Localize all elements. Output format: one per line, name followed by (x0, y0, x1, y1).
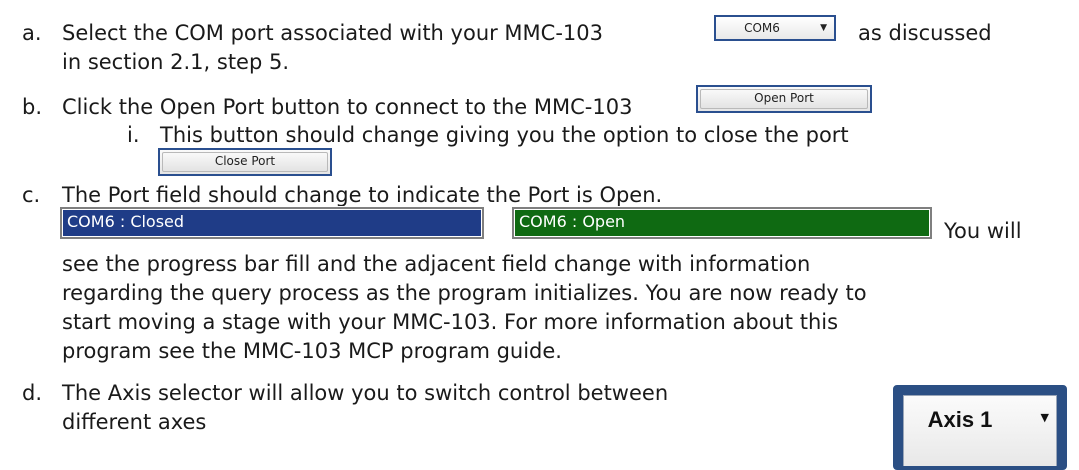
chevron-down-icon: ▼ (1040, 411, 1049, 424)
item-c-line6: program see the MMC-103 MCP program guid… (62, 339, 562, 363)
close-port-button[interactable]: Close Port (158, 148, 332, 176)
item-a-text: Select the COM port associated with your… (62, 21, 603, 45)
chevron-down-icon: ▼ (820, 23, 827, 33)
item-a-marker: a. (22, 21, 42, 45)
com-port-combo-value: COM6 (744, 21, 780, 35)
item-c-marker: c. (22, 183, 41, 207)
item-d-text: The Axis selector will allow you to swit… (62, 381, 669, 405)
axis-selector[interactable]: Axis 1 ▼ (893, 385, 1067, 470)
close-port-button-label: Close Port (214, 154, 276, 168)
item-b-marker: b. (22, 95, 43, 119)
port-field-closed: COM6 : Closed (59, 206, 485, 240)
item-b-text: Click the Open Port button to connect to… (62, 95, 633, 119)
item-a-line2: in section 2.1, step 5. (62, 50, 290, 74)
item-c-line3: see the progress bar fill and the adjace… (62, 252, 811, 276)
item-d-line2: different axes (62, 410, 207, 434)
open-port-button[interactable]: Open Port (696, 85, 872, 113)
item-a-text-after: as discussed (858, 21, 992, 45)
port-field-open: COM6 : Open (511, 206, 933, 240)
item-c-line4: regarding the query process as the progr… (62, 281, 867, 305)
item-b-sub-text: This button should change giving you the… (160, 123, 849, 147)
com-port-combo[interactable]: COM6 ▼ (714, 15, 836, 41)
item-d-marker: d. (22, 381, 43, 405)
open-port-button-label: Open Port (754, 91, 814, 105)
axis-selector-value: Axis 1 (927, 407, 993, 432)
item-c-after-fields: You will (944, 219, 1022, 243)
item-b-sub-marker: i. (127, 123, 140, 147)
item-c-text: The Port field should change to indicate… (62, 183, 663, 207)
item-c-line5: start moving a stage with your MMC-103. … (62, 310, 839, 334)
